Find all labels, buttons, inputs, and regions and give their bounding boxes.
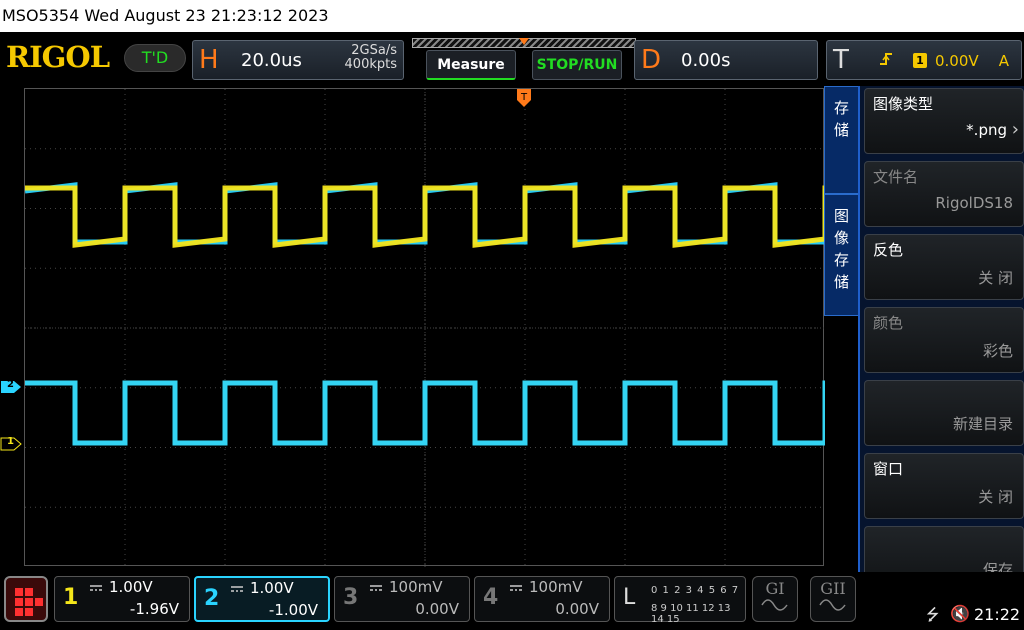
usb-icon: ⭍ — [926, 605, 940, 624]
channel-offset: -1.00V — [268, 601, 318, 619]
side-menu: 图像类型 *.png › 文件名 RigolDS18 反色关 闭颜色 彩色 新建目录 窗口关 闭… — [858, 86, 1024, 594]
menu-item-3[interactable]: 颜色彩色 — [864, 307, 1024, 373]
dc-coupling-icon — [230, 582, 244, 596]
channel-number: 1 — [63, 585, 79, 610]
dc-coupling-icon — [369, 581, 383, 595]
channel-1-marker-label: 1 — [7, 436, 14, 447]
waveform-display[interactable] — [24, 88, 825, 567]
channel-scale: 100mV — [529, 578, 583, 596]
menu-item-label: 窗口 — [873, 460, 904, 478]
channel-number: 4 — [483, 585, 499, 610]
tab-save-label: 存 储 — [833, 99, 849, 139]
svg-text:T: T — [520, 92, 528, 103]
generator-2-label: GII — [820, 579, 846, 598]
rising-edge-icon — [879, 51, 897, 71]
menu-item-value: 新建目录 — [952, 415, 1013, 433]
menu-item-label: 文件名 — [873, 168, 919, 186]
channel-offset: 0.00V — [555, 600, 599, 618]
memory-position-strip — [412, 38, 636, 48]
sine-wave-icon — [819, 599, 846, 611]
channel-scale: 1.00V — [250, 579, 294, 597]
measure-button[interactable]: Measure — [426, 50, 516, 80]
menu-item-value: 关 闭 — [978, 269, 1013, 287]
menu-item-value: RigolDS18 — [935, 194, 1013, 212]
menu-item-1[interactable]: 文件名 RigolDS18 — [864, 161, 1024, 227]
logic-analyzer-button[interactable]: L 0 1 2 3 4 5 6 7 8 9 10 11 12 13 14 15 — [614, 576, 746, 625]
clock: 21:22 — [974, 605, 1021, 624]
channel-4-button[interactable]: 4 100mV 0.00V — [474, 576, 610, 622]
menu-item-value: 关 闭 — [978, 488, 1013, 506]
home-menu-icon[interactable] — [4, 576, 48, 622]
channel-1-offset-marker[interactable]: 1 — [0, 436, 22, 451]
channel-offset: 0.00V — [415, 600, 459, 618]
channel-3-button[interactable]: 3 100mV 0.00V — [334, 576, 470, 622]
rigol-logo: RIGOL — [6, 40, 110, 74]
channel-number: 2 — [204, 586, 220, 611]
logic-label: L — [623, 585, 636, 610]
memory-depth: 400kpts — [344, 57, 397, 72]
logic-channels-8-15: 8 9 10 11 12 13 14 15 — [651, 603, 731, 625]
bottom-status-bar: 1 1.00V -1.96V 2 1.00V -1.00V 3 100mV 0.00V 4 100m… — [0, 572, 1024, 630]
horizontal-label: H — [199, 45, 219, 75]
delay-label: D — [641, 45, 662, 75]
delay-button[interactable]: D 0.00s — [634, 40, 818, 80]
trigger-level: 0.00V — [935, 52, 979, 70]
trigger-point-marker-icon[interactable]: T — [516, 88, 532, 108]
menu-item-2[interactable]: 反色关 闭 — [864, 234, 1024, 300]
channel-2-trace — [25, 380, 825, 446]
tab-image-save-label: 图 像 存 储 — [833, 207, 849, 291]
menu-item-label: 反色 — [873, 241, 904, 259]
tab-image-save[interactable]: 图 像 存 储 — [824, 194, 858, 316]
menu-item-4[interactable]: 新建目录 — [864, 380, 1024, 446]
channel-number: 3 — [343, 585, 359, 610]
menu-item-value: *.png — [966, 121, 1007, 139]
side-menu-tabs: 存 储 图 像 存 储 — [824, 86, 858, 316]
generator-1-label: GI — [765, 579, 785, 598]
menu-item-label: 图像类型 — [873, 95, 934, 113]
channel-scale: 100mV — [389, 578, 443, 596]
menu-item-value: 彩色 — [982, 342, 1013, 360]
speaker-muted-icon[interactable]: 🔇 — [950, 604, 970, 623]
logic-channels-0-7: 0 1 2 3 4 5 6 7 — [651, 585, 740, 596]
menu-item-label: 颜色 — [873, 314, 904, 332]
generator-2-button[interactable]: GII — [810, 576, 856, 622]
sine-wave-icon — [761, 599, 788, 611]
menu-item-5[interactable]: 窗口关 闭 — [864, 453, 1024, 519]
tab-save[interactable]: 存 储 — [824, 86, 858, 194]
window-title: MSO5354 Wed August 23 21:23:12 2023 — [0, 0, 1024, 32]
waveform-svg — [25, 89, 825, 567]
channel-offset: -1.96V — [129, 600, 179, 618]
channel-2-marker-label: 2 — [7, 379, 14, 390]
channel-scale: 1.00V — [109, 578, 153, 596]
trigger-mode: A — [998, 52, 1009, 70]
timebase-value: 20.0us — [241, 50, 302, 71]
horizontal-timebase-button[interactable]: H 20.0us 2GSa/s 400kpts — [192, 40, 404, 80]
channel-2-offset-marker[interactable]: 2 — [0, 379, 22, 393]
top-toolbar: RIGOL T'D H 20.0us 2GSa/s 400kpts Measur… — [0, 32, 1024, 86]
graticule — [25, 89, 825, 567]
trigger-position-marker-icon — [519, 38, 529, 45]
chevron-right-icon: › — [1011, 119, 1019, 140]
delay-value: 0.00s — [681, 50, 731, 71]
triggered-status-badge: T'D — [124, 44, 186, 72]
generator-1-button[interactable]: GI — [752, 576, 798, 622]
dc-coupling-icon — [509, 581, 523, 595]
sample-rate: 2GSa/s — [351, 43, 397, 58]
dc-coupling-icon — [89, 581, 103, 595]
channel-1-button[interactable]: 1 1.00V -1.96V — [54, 576, 190, 622]
trigger-button[interactable]: T 1 0.00V A — [826, 40, 1022, 80]
trigger-label: T — [833, 45, 849, 75]
channel-1-upper-trace — [25, 185, 825, 248]
trigger-source-badge: 1 — [913, 53, 927, 68]
channel-2-button[interactable]: 2 1.00V -1.00V — [194, 576, 330, 622]
sample-rate-info: 2GSa/s 400kpts — [345, 44, 397, 72]
menu-item-0[interactable]: 图像类型 *.png › — [864, 88, 1024, 154]
stop-run-button[interactable]: STOP/RUN — [532, 50, 622, 80]
